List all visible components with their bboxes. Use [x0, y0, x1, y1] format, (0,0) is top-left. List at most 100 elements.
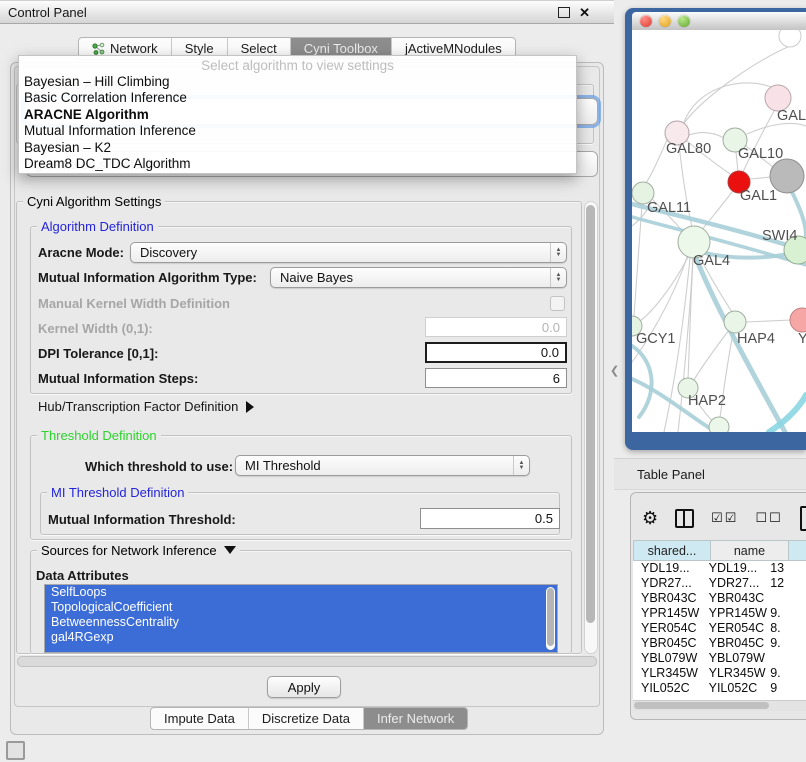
node-top-partial[interactable]: [779, 30, 801, 47]
table-row[interactable]: YBR045CYBR045C9.: [633, 636, 806, 651]
table-cell: YBR043C: [633, 591, 701, 606]
table-cell: YLR345W: [701, 666, 769, 681]
algorithm-option[interactable]: Basic Correlation Inference: [19, 90, 576, 106]
node-label-gal10: GAL10: [738, 146, 783, 162]
node-salmon[interactable]: [790, 308, 806, 332]
table-cell: YIL052C: [633, 681, 701, 696]
table-row[interactable]: YBR043CYBR043C: [633, 591, 806, 606]
node-bottom-partial[interactable]: [709, 417, 729, 432]
mi-threshold-field[interactable]: 0.5: [420, 508, 560, 529]
network-edge: [694, 330, 729, 380]
tab-infer-network[interactable]: Infer Network: [363, 708, 467, 729]
tab-label: jActiveMNodules: [405, 41, 502, 56]
table-cell: YBR045C: [633, 636, 701, 651]
aracne-mode-label: Aracne Mode:: [38, 245, 124, 260]
network-window-titlebar[interactable]: [632, 12, 806, 30]
cyni-algorithm-settings-label: Cyni Algorithm Settings: [23, 194, 165, 209]
attribute-item[interactable]: [45, 645, 557, 653]
sources-group-title: Sources for Network Inference: [41, 543, 217, 558]
node-label-gcy1: GCY1: [636, 331, 676, 347]
panel-collapse-icon[interactable]: ❮: [610, 365, 618, 377]
which-threshold-value: MI Threshold: [245, 458, 321, 473]
hub-definition-toggle[interactable]: Hub/Transcription Factor Definition: [38, 399, 254, 414]
new-table-icon[interactable]: [800, 506, 806, 531]
table-cell: YDR27...: [701, 576, 769, 591]
table-row[interactable]: YDL19...YDL19...13: [633, 561, 806, 576]
aracne-mode-combo[interactable]: Discovery ▲▼: [130, 242, 567, 263]
attribute-item[interactable]: SelfLoops: [45, 585, 557, 600]
algorithm-option[interactable]: Mutual Information Inference: [19, 123, 576, 139]
cyni-bottom-tabbar: Impute DataDiscretize DataInfer Network: [150, 707, 468, 730]
list-scrollbar[interactable]: [546, 587, 555, 650]
attribute-item[interactable]: TopologicalCoefficient: [45, 600, 557, 615]
dpi-tolerance-label: DPI Tolerance [0,1]:: [38, 346, 158, 361]
column-header[interactable]: name: [711, 540, 789, 561]
sources-group-label[interactable]: Sources for Network Inference: [37, 543, 240, 558]
table-cell: YBL079W: [701, 651, 769, 666]
column-header[interactable]: shared...: [633, 540, 711, 561]
apply-button[interactable]: Apply: [267, 676, 341, 698]
network-canvas[interactable]: GALGAL80GAL10GAL1GAL11SWI4GAL4GCY1HAP4YH…: [632, 30, 806, 432]
table-row[interactable]: YPR145WYPR145W9.: [633, 606, 806, 621]
tab-discretize-data[interactable]: Discretize Data: [248, 708, 363, 729]
column-header[interactable]: [789, 540, 806, 561]
table-row[interactable]: YBL079WYBL079W: [633, 651, 806, 666]
dpi-tolerance-field[interactable]: 0.0: [425, 342, 567, 363]
close-button[interactable]: [640, 15, 652, 27]
table-cell: YER054C: [633, 621, 701, 636]
table-row[interactable]: YDR27...YDR27...12: [633, 576, 806, 591]
mi-threshold-label: Mutual Information Threshold:: [48, 512, 236, 527]
table-cell: YER054C: [701, 621, 769, 636]
combo-spinner-icon: ▲▼: [513, 456, 529, 475]
algorithm-option[interactable]: Bayesian – K2: [19, 140, 576, 156]
algorithm-option[interactable]: Bayesian – Hill Climbing: [19, 74, 576, 90]
node-label-gal80: GAL80: [666, 141, 711, 157]
deselect-all-checks-icon[interactable]: ☐☐: [755, 510, 782, 526]
table-cell: YPR145W: [701, 606, 769, 621]
apply-button-label: Apply: [288, 680, 321, 695]
table-cell: YBR045C: [701, 636, 769, 651]
network-edge: [646, 140, 667, 183]
network-edge: [743, 111, 774, 172]
table-row[interactable]: YLR345WYLR345W9.: [633, 666, 806, 681]
table-row[interactable]: YIL052CYIL052C9: [633, 681, 806, 696]
attribute-item[interactable]: BetweennessCentrality: [45, 615, 557, 630]
table-panel-titlebar: Table Panel: [614, 458, 806, 490]
node-hap4[interactable]: [724, 311, 746, 333]
node-label-swi4: SWI4: [762, 228, 797, 244]
node-label-gal11: GAL11: [647, 200, 691, 216]
mi-type-combo[interactable]: Naive Bayes ▲▼: [270, 267, 567, 288]
node-label-hap2: HAP2: [688, 393, 726, 409]
select-all-checks-icon[interactable]: ☑☑: [711, 510, 738, 526]
tab-impute-data[interactable]: Impute Data: [151, 708, 248, 729]
manual-kernel-checkbox[interactable]: [550, 296, 565, 311]
mi-steps-label: Mutual Information Steps:: [38, 371, 198, 386]
mi-steps-field[interactable]: 6: [425, 368, 567, 388]
aracne-mode-value: Discovery: [140, 245, 197, 260]
attribute-item[interactable]: gal4RGexp: [45, 630, 557, 645]
which-threshold-combo[interactable]: MI Threshold ▲▼: [235, 455, 530, 476]
tab-label: Style: [185, 41, 214, 56]
node-label-gal1: GAL1: [740, 188, 777, 204]
network-edge: [746, 320, 791, 322]
data-attributes-list[interactable]: SelfLoopsTopologicalCoefficientBetweenne…: [44, 584, 558, 653]
settings-vertical-scrollbar[interactable]: [584, 201, 598, 654]
table-cell: YBL079W: [633, 651, 701, 666]
manual-kernel-label: Manual Kernel Width Definition: [38, 296, 230, 311]
algorithm-option[interactable]: Dream8 DC_TDC Algorithm: [19, 156, 576, 172]
close-icon[interactable]: ✕: [579, 6, 590, 19]
settings-horizontal-scrollbar[interactable]: [17, 656, 597, 667]
float-icon[interactable]: [558, 7, 570, 18]
table-cell: YDL19...: [701, 561, 769, 576]
chevron-down-icon: [224, 546, 236, 554]
kernel-width-field[interactable]: 0.0: [425, 317, 567, 337]
zoom-button[interactable]: [678, 15, 690, 27]
dock-panel-icon[interactable]: [6, 741, 25, 760]
gear-icon[interactable]: ⚙: [642, 509, 658, 527]
table-horizontal-scrollbar[interactable]: [633, 700, 806, 711]
minimize-button[interactable]: [659, 15, 671, 27]
algorithm-option[interactable]: ARACNE Algorithm: [19, 107, 576, 123]
table-row[interactable]: YER054CYER054C8.: [633, 621, 806, 636]
columns-icon[interactable]: [675, 509, 694, 528]
network-icon: [92, 42, 105, 55]
